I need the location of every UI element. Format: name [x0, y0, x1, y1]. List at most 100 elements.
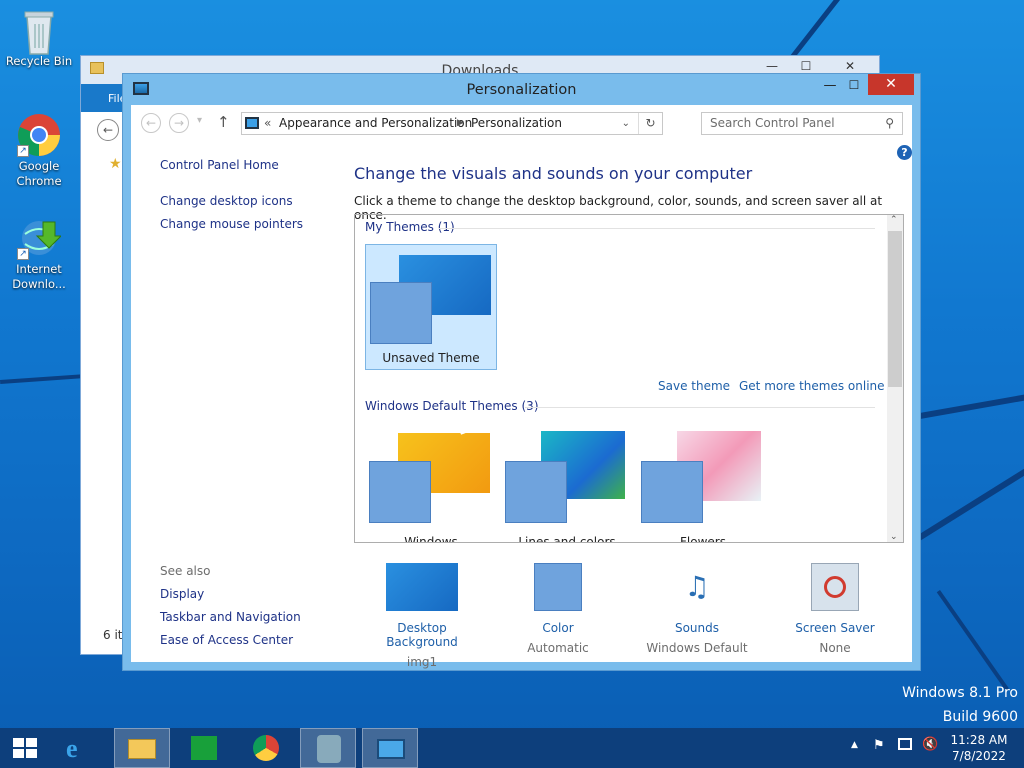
store-icon [191, 736, 217, 760]
desktop-background-thumbnail [386, 563, 458, 611]
theme-label: Flowers [680, 535, 726, 543]
refresh-icon[interactable]: ↻ [638, 113, 662, 134]
search-icon[interactable]: ⚲ [885, 113, 894, 134]
change-mouse-pointers-link[interactable]: Change mouse pointers [160, 217, 303, 231]
color-palette-icon [534, 563, 582, 611]
breadcrumb-appearance[interactable]: Appearance and Personalization [279, 113, 472, 134]
display-link[interactable]: Display [160, 587, 204, 601]
address-control-panel-icon [245, 117, 259, 129]
screen-saver-value: None [819, 641, 851, 655]
personalization-window[interactable]: Personalization — ☐ ✕ ← → ▾ ↑ « Appearan… [122, 73, 921, 671]
clock-date: 7/8/2022 [952, 749, 1006, 763]
shortcut-arrow-icon: ↗ [17, 145, 29, 157]
desktop-icon-label: Recycle Bin [5, 54, 73, 68]
color-palette-icon [641, 461, 703, 523]
sounds-item[interactable]: ♫ Sounds Windows Default [637, 563, 757, 655]
color-item[interactable]: Color Automatic [511, 563, 605, 655]
watermark-line2: Build 9600 [942, 709, 1018, 725]
page-heading: Change the visuals and sounds on your co… [354, 164, 753, 183]
minimize-button[interactable]: — [820, 78, 840, 94]
recycle-bin-icon [17, 8, 61, 55]
window-titlebar[interactable]: Personalization — ☐ ✕ [123, 74, 920, 105]
taskbar: e ▲ ⚑ 🔇 11:28 AM 7/8/2022 [0, 728, 1024, 768]
action-center-flag-icon[interactable]: ⚑ [873, 738, 885, 753]
theme-unsaved[interactable]: Unsaved Theme [365, 244, 497, 370]
desktop-background-value: img1 [406, 655, 438, 669]
control-panel-icon [377, 739, 405, 759]
globe-download-icon: ↗ [17, 216, 63, 260]
theme-label: Unsaved Theme [382, 351, 480, 365]
file-explorer-icon [128, 739, 156, 759]
breadcrumb-separator-icon: ▶ [457, 118, 464, 128]
start-button[interactable] [0, 728, 52, 768]
no-symbol-icon [824, 576, 846, 598]
chrome-icon [253, 735, 279, 761]
screen-saver-icon [811, 563, 859, 611]
window-content: ← → ▾ ↑ « Appearance and Personalization… [131, 105, 912, 669]
desktop-background-item[interactable]: Desktop Background img1 [363, 563, 481, 669]
help-icon[interactable]: ? [897, 145, 912, 160]
theme-lines-and-colors[interactable]: Lines and colors [501, 419, 633, 542]
save-theme-link[interactable]: Save theme [658, 379, 730, 393]
taskbar-app[interactable] [300, 728, 356, 768]
change-desktop-icons-link[interactable]: Change desktop icons [160, 194, 293, 208]
volume-muted-icon[interactable]: 🔇 [922, 737, 938, 752]
forward-button[interactable]: → [169, 113, 189, 133]
watermark-line1: Windows 8.1 Pro [902, 685, 1018, 701]
default-themes-header: Windows Default Themes (3) [365, 399, 539, 413]
recent-pages-dropdown[interactable]: ▾ [197, 115, 202, 126]
desktop-icon-internet-download-manager[interactable]: ↗ Internet Downlo... [4, 216, 74, 292]
desktop-icon-label: Google Chrome [16, 159, 62, 188]
breadcrumb-personalization[interactable]: Personalization [471, 113, 562, 134]
up-button[interactable]: ↑ [217, 113, 230, 131]
close-button[interactable]: ✕ [868, 74, 914, 95]
network-icon[interactable] [898, 738, 912, 750]
taskbar-file-explorer[interactable] [114, 728, 170, 768]
back-button[interactable]: ← [97, 119, 119, 141]
scroll-down-icon[interactable]: ⌄ [890, 532, 898, 542]
see-also-label: See also [160, 564, 211, 578]
sounds-music-icon: ♫ [684, 570, 710, 603]
desktop-icon-recycle-bin[interactable]: Recycle Bin [4, 8, 74, 69]
control-panel-home-link[interactable]: Control Panel Home [160, 158, 279, 172]
theme-gallery: My Themes (1) Unsaved Theme Save theme G… [354, 214, 904, 543]
sounds-label: Sounds [674, 621, 720, 635]
ease-of-access-link[interactable]: Ease of Access Center [160, 633, 293, 647]
get-more-themes-link[interactable]: Get more themes online [739, 379, 885, 393]
wallpaper-line [0, 374, 86, 384]
theme-windows[interactable]: Windows [365, 419, 497, 543]
ribbon-file-tab[interactable]: File [81, 84, 126, 112]
gallery-scrollbar[interactable]: ⌃ ⌄ [887, 215, 903, 542]
desktop-icon-google-chrome[interactable]: ↗ Google Chrome [4, 113, 74, 189]
taskbar-store[interactable] [176, 728, 232, 768]
window-title: Personalization [466, 82, 577, 98]
desktop-icon-label: Internet Downlo... [12, 262, 66, 291]
color-label: Color [542, 621, 574, 635]
clock[interactable]: 11:28 AM 7/8/2022 [944, 732, 1014, 764]
favorites-icon: ★ [109, 156, 122, 172]
theme-flowers[interactable]: Flowers [637, 419, 769, 543]
maximize-button[interactable]: ☐ [844, 78, 864, 94]
wallpaper-line [910, 455, 1024, 546]
wallpaper-line [936, 590, 1009, 691]
address-bar[interactable]: « Appearance and Personalization ▶ Perso… [241, 112, 663, 135]
scrollbar-thumb[interactable] [888, 231, 902, 387]
search-input[interactable]: Search Control Panel ⚲ [701, 112, 903, 135]
taskbar-navigation-link[interactable]: Taskbar and Navigation [160, 610, 301, 624]
section-divider [525, 407, 875, 408]
back-button[interactable]: ← [141, 113, 161, 133]
color-palette-icon [370, 282, 432, 344]
screen-saver-item[interactable]: Screen Saver None [791, 563, 879, 655]
show-hidden-icons-button[interactable]: ▲ [851, 740, 858, 750]
theme-label: Windows [404, 535, 458, 543]
chrome-icon: ↗ [17, 113, 61, 157]
windows-logo-icon [13, 738, 37, 758]
scroll-up-icon[interactable]: ⌃ [890, 215, 898, 225]
taskbar-control-panel[interactable] [362, 728, 418, 768]
address-dropdown-icon[interactable]: ⌄ [622, 113, 630, 134]
color-palette-icon [505, 461, 567, 523]
shortcut-arrow-icon: ↗ [17, 248, 29, 260]
taskbar-internet-explorer[interactable]: e [52, 728, 108, 768]
breadcrumb-prefix: « [264, 116, 272, 130]
taskbar-chrome[interactable] [238, 728, 294, 768]
